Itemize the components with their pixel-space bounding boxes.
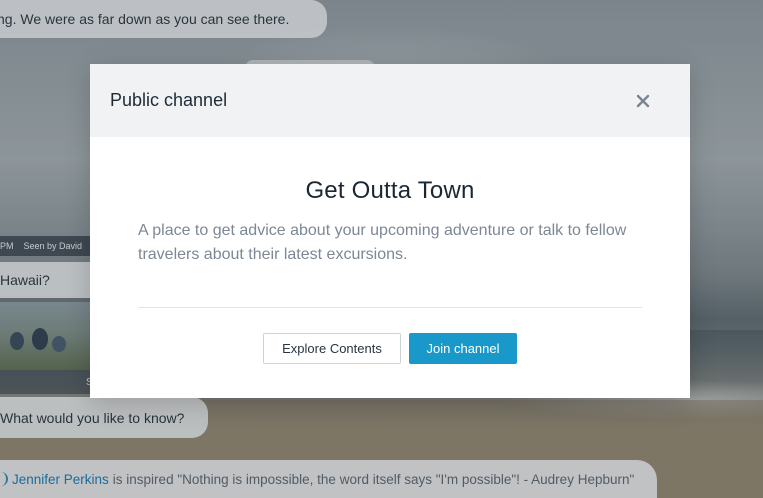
close-button[interactable] [632, 90, 654, 112]
close-icon [636, 94, 650, 107]
modal-actions: Explore Contents Join channel [138, 333, 642, 364]
channel-description: A place to get advice about your upcomin… [138, 222, 627, 263]
divider [138, 307, 642, 308]
modal-header: Public channel [90, 64, 690, 137]
explore-contents-button[interactable]: Explore Contents [263, 333, 401, 364]
modal-body: Get Outta Town A place to get advice abo… [90, 177, 690, 364]
join-channel-button[interactable]: Join channel [409, 333, 517, 364]
public-channel-modal: Public channel Get Outta Town A place to… [90, 64, 690, 398]
modal-title: Public channel [110, 90, 228, 110]
channel-name: Get Outta Town [305, 177, 475, 204]
